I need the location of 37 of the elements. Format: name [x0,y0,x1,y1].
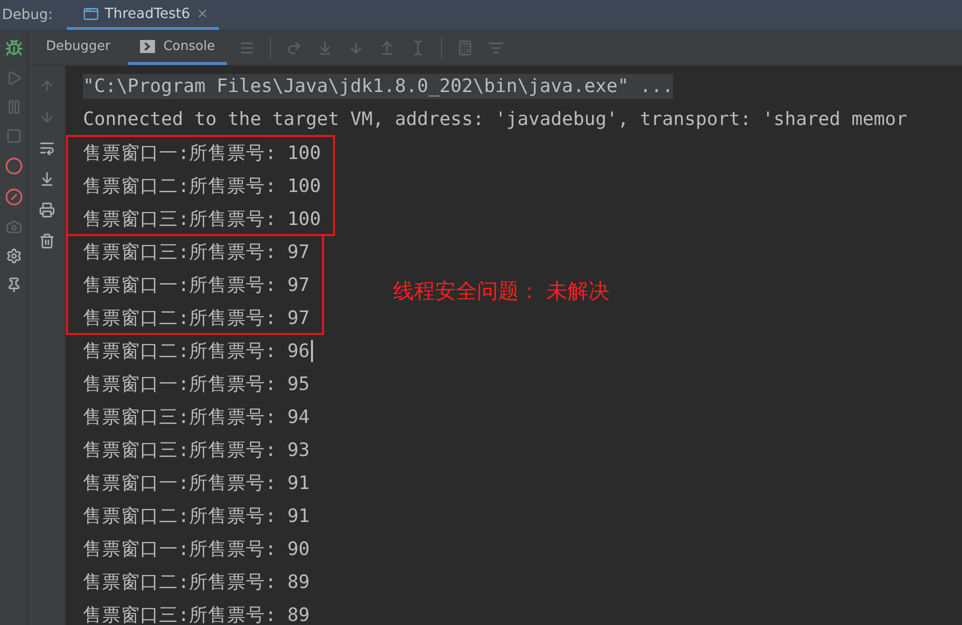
console-line: 售票窗口一:所售票号: 90 [83,538,310,562]
window-icon [82,6,99,22]
console-line: 售票窗口三:所售票号: 97 [83,241,310,265]
down-arrow-icon[interactable] [38,109,54,125]
console-line: 售票窗口一:所售票号: 95 [83,373,310,397]
console-line: 售票窗口二:所售票号: 96 [83,340,310,364]
panel-tab[interactable]: Debugger [34,31,122,65]
annotation-text: 线程安全问题： 未解决 [393,278,610,305]
settings-icon[interactable] [6,248,22,264]
panel-title: Debug: [1,7,54,23]
console-line: 售票窗口二:所售票号: 91 [83,505,310,529]
console-line: 售票窗口一:所售票号: 97 [83,274,310,298]
pin-icon[interactable] [6,277,22,293]
wrap-icon[interactable] [38,140,54,156]
camera-icon[interactable] [6,219,22,235]
console-line: 售票窗口二:所售票号: 89 [83,571,310,595]
console-line: 售票窗口二:所售票号: 97 [83,307,310,331]
trash-icon[interactable] [38,233,54,249]
close-icon[interactable] [196,7,210,20]
stop-icon[interactable] [6,128,22,144]
printer-icon[interactable] [38,202,54,218]
console-line: 售票窗口三:所售票号: 93 [83,439,310,463]
console-line: 售票窗口二:所售票号: 100 [83,175,321,199]
console-line: 售票窗口三:所售票号: 89 [83,604,310,625]
resume-icon[interactable] [6,70,22,86]
console-line: 售票窗口一:所售票号: 91 [83,472,310,496]
console-line: 售票窗口三:所售票号: 94 [83,406,310,430]
console-line: Connected to the target VM, address: 'javadebug', transport: 'shared memor [83,108,908,132]
console-line: 售票窗口三:所售票号: 100 [83,208,321,232]
console-line: 售票窗口一:所售票号: 100 [83,142,321,166]
bug-icon[interactable] [4,39,22,57]
console-icon [140,40,156,53]
calculator-icon[interactable] [456,40,473,56]
menu-icon[interactable] [238,40,255,56]
up-arrow-icon[interactable] [38,78,54,94]
pause-icon[interactable] [6,99,22,115]
scroll-to-end-icon[interactable] [38,171,54,187]
